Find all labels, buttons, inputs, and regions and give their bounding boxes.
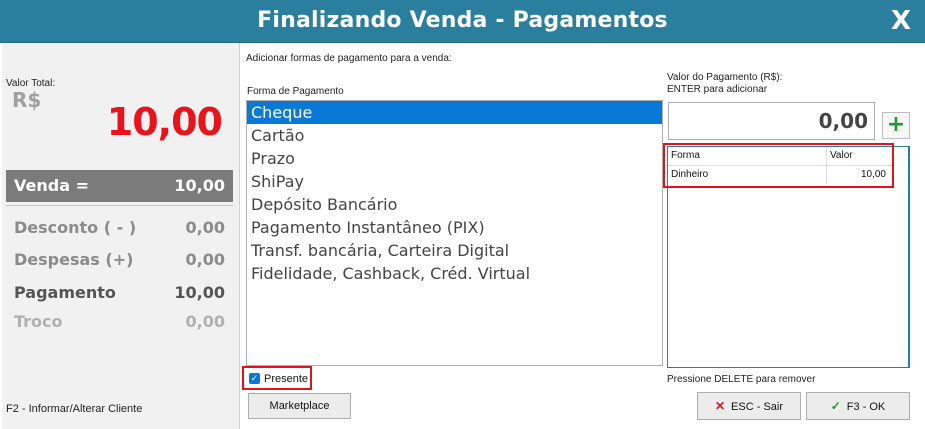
summary-divider: [6, 205, 233, 206]
valor-label-line2: ENTER para adicionar: [667, 84, 768, 95]
despesas-value: 0,00: [185, 250, 225, 269]
venda-value: 10,00: [174, 176, 225, 195]
add-payment-button[interactable]: +: [882, 112, 910, 139]
presente-checkbox-highlight: ✓ Presente: [242, 366, 312, 390]
esc-button-label: ESC - Sair: [731, 401, 784, 413]
payment-method-item[interactable]: ShiPay: [247, 170, 662, 193]
desconto-value: 0,00: [185, 218, 225, 237]
valor-pagamento-input[interactable]: 0,00: [668, 102, 875, 140]
window-title: Finalizando Venda - Pagamentos: [257, 8, 668, 33]
valor-pagamento-label: Valor do Pagamento (R$): ENTER para adic…: [667, 72, 782, 96]
payment-method-item[interactable]: Prazo: [247, 147, 662, 170]
grid-highlight-box: [663, 143, 894, 188]
check-icon: ✓: [830, 399, 841, 413]
pagamento-value: 10,00: [174, 283, 225, 302]
pagamento-label: Pagamento: [14, 283, 116, 302]
total-value: 10,00: [106, 100, 223, 144]
payment-method-item[interactable]: Transf. bancária, Carteira Digital: [247, 239, 662, 262]
payment-method-item[interactable]: Depósito Bancário: [247, 193, 662, 216]
troco-row: Troco 0,00: [6, 310, 233, 334]
despesas-label: Despesas (+): [14, 250, 134, 269]
valor-label-line1: Valor do Pagamento (R$):: [667, 72, 783, 83]
forma-pagamento-label: Forma de Pagamento: [247, 86, 344, 97]
close-icon: ✕: [714, 399, 726, 413]
troco-label: Troco: [14, 312, 63, 331]
payment-method-item[interactable]: Pagamento Instantâneo (PIX): [247, 216, 662, 239]
desconto-label: Desconto ( - ): [14, 218, 137, 237]
presente-label[interactable]: Presente: [264, 373, 308, 385]
desconto-row: Desconto ( - ) 0,00: [6, 216, 233, 240]
presente-checkbox[interactable]: ✓: [249, 373, 260, 384]
ok-button[interactable]: ✓ F3 - OK: [806, 392, 910, 420]
venda-row: Venda = 10,00: [6, 170, 233, 202]
venda-label: Venda =: [14, 176, 89, 195]
close-button[interactable]: X: [883, 3, 919, 39]
currency-symbol: R$: [12, 88, 42, 112]
pagamento-row: Pagamento 10,00: [6, 281, 233, 305]
esc-button[interactable]: ✕ ESC - Sair: [697, 392, 801, 420]
add-payment-label: Adicionar formas de pagamento para a ven…: [246, 53, 452, 64]
payment-method-item[interactable]: Cheque: [247, 101, 662, 124]
despesas-row: Despesas (+) 0,00: [6, 248, 233, 272]
valor-pagamento-value: 0,00: [818, 109, 868, 133]
marketplace-button[interactable]: Marketplace: [248, 393, 351, 419]
payment-method-item[interactable]: Fidelidade, Cashback, Créd. Virtual: [247, 262, 662, 285]
f2-hint: F2 - Informar/Alterar Cliente: [6, 403, 143, 415]
delete-hint: Pressione DELETE para remover: [667, 374, 816, 385]
payment-method-list[interactable]: Cheque Cartão Prazo ShiPay Depósito Banc…: [246, 100, 663, 366]
ok-button-label: F3 - OK: [846, 401, 886, 413]
troco-value: 0,00: [185, 312, 225, 331]
payment-method-item[interactable]: Cartão: [247, 124, 662, 147]
